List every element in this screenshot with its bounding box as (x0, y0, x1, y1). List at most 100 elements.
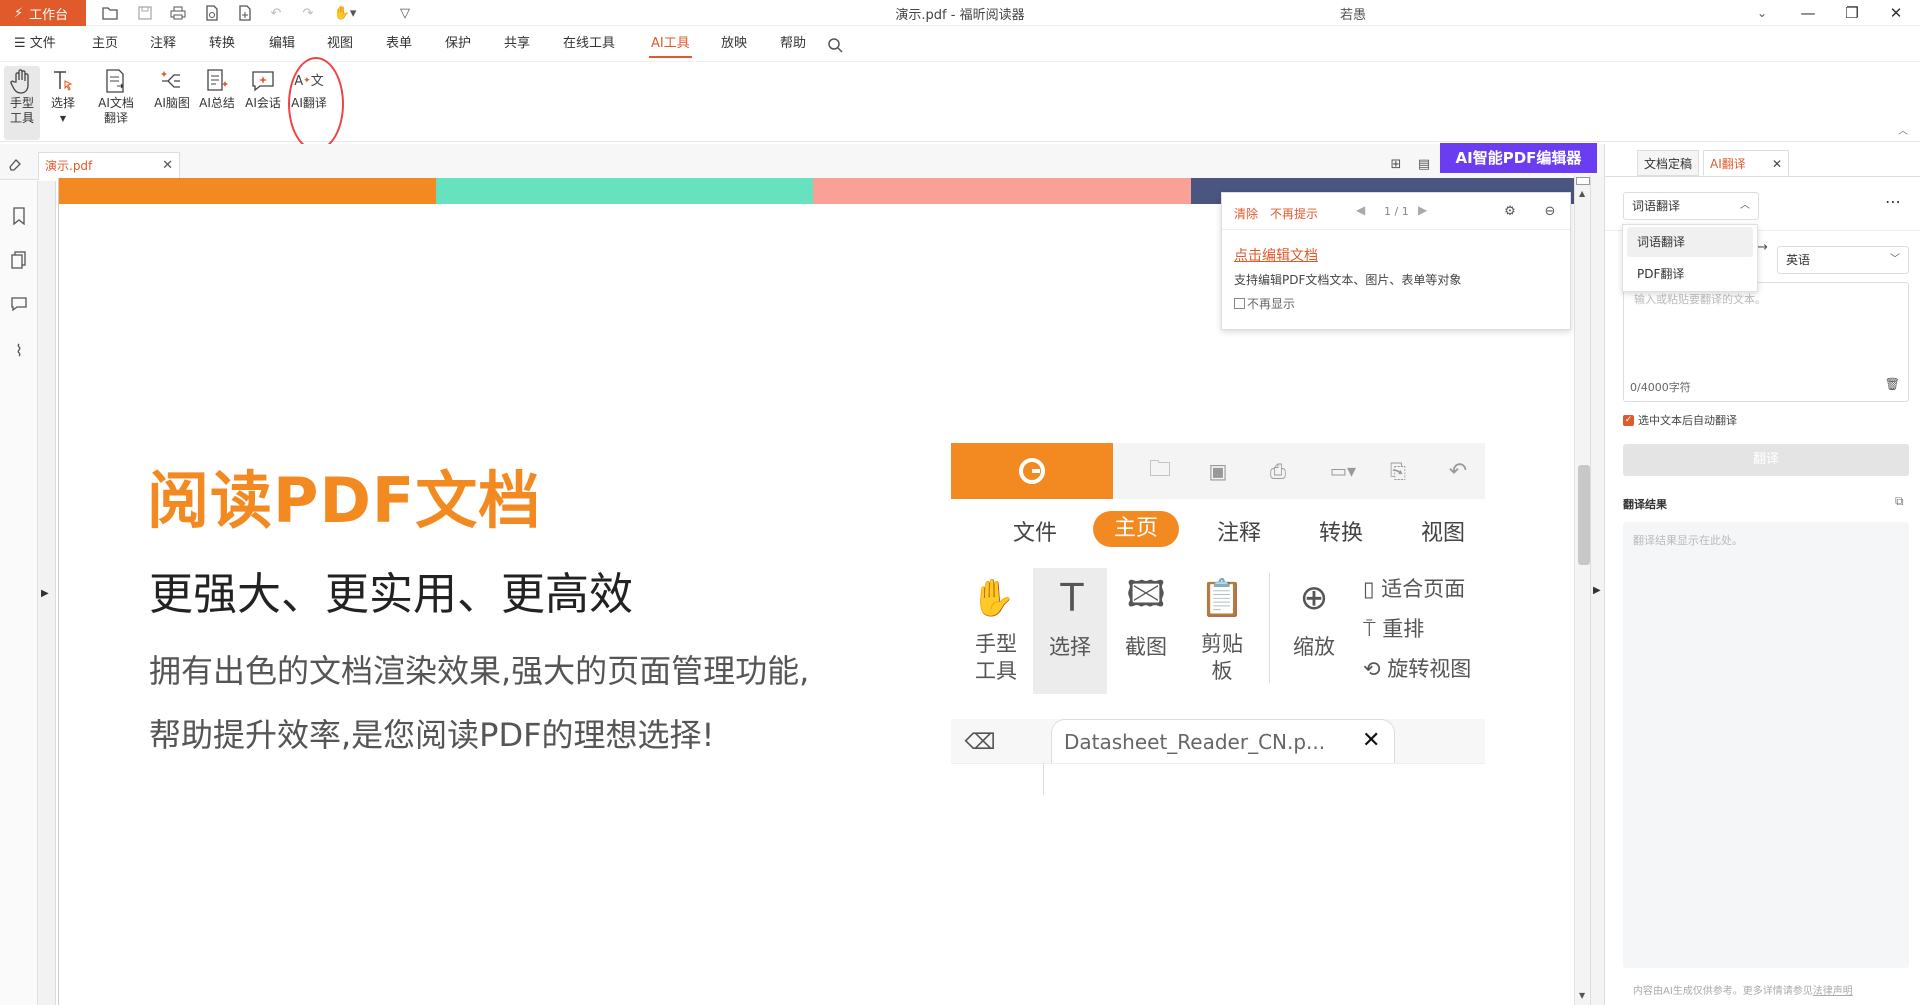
restore-button[interactable]: ❐ (1830, 0, 1874, 26)
comments-icon[interactable] (8, 293, 30, 315)
embedded-save-icon: ▣ (1208, 459, 1228, 483)
select-tool-button[interactable]: 选择 ▼ (46, 66, 80, 126)
popup-dont-show-checkbox[interactable]: 不再显示 (1234, 295, 1295, 312)
scroll-up-icon[interactable]: ▲ (1579, 189, 1585, 198)
stripe-teal (436, 178, 813, 204)
menu-share[interactable]: 共享 (504, 26, 530, 62)
redo-icon[interactable]: ↷ (298, 3, 318, 23)
user-name[interactable]: 若愚 (1340, 4, 1444, 23)
popup-edit-link[interactable]: 点击编辑文档 (1234, 245, 1318, 265)
ai-chat-button[interactable]: AI会话 (243, 66, 283, 111)
embedded-scan-icon: ▭▾ (1329, 460, 1357, 482)
embedded-select-label: 选择 (1049, 635, 1091, 659)
settings-icon[interactable]: ⚙ (1502, 203, 1518, 219)
mindmap-icon (158, 66, 186, 96)
close-tab-icon[interactable]: ✕ (162, 153, 173, 179)
user-chevron-icon[interactable]: ⌄ (1752, 4, 1772, 22)
ai-mindmap-button[interactable]: AI脑图 (152, 66, 192, 111)
search-icon[interactable] (824, 34, 846, 56)
menu-convert[interactable]: 转换 (209, 26, 235, 62)
export-icon[interactable] (202, 3, 222, 23)
embedded-screenshot: 🗀 ▣ ⎙ ▭▾ ⎘ ↶ 文件 主页 注释 转换 视图 ✋ 手型 工具 T 选择… (951, 443, 1485, 795)
highlight-circle-annotation (288, 57, 344, 151)
document-tab[interactable]: 演示.pdf ✕ (38, 152, 180, 180)
checkbox-checked-icon[interactable]: ✓ (1623, 414, 1634, 426)
scroll-down-icon[interactable]: ▼ (1579, 991, 1585, 1000)
translate-input-area[interactable]: 输入或粘贴要翻译的文本。 0/4000字符 🗑 (1623, 282, 1909, 402)
auto-translate-checkbox[interactable]: ✓ 选中文本后自动翻译 (1623, 412, 1737, 428)
minimize-button[interactable]: — (1786, 0, 1830, 26)
popup-no-remind-link[interactable]: 不再提示 (1270, 205, 1318, 222)
menu-view[interactable]: 视图 (327, 26, 353, 62)
attachment-icon[interactable]: ⌇ (8, 339, 30, 361)
page-view-icon[interactable]: ▤ (1414, 154, 1434, 174)
workbench-button[interactable]: ⚡ 工作台 (0, 0, 86, 26)
pages-icon[interactable] (8, 249, 30, 271)
select-dropdown-icon: ▼ (59, 114, 67, 123)
dropdown-option-word[interactable]: 词语翻译 (1627, 227, 1753, 257)
vertical-scrollbar[interactable]: ▲ ▼ (1574, 175, 1590, 1005)
scroll-thumb[interactable] (1578, 465, 1590, 565)
dropdown-option-pdf[interactable]: PDF翻译 (1627, 259, 1753, 289)
undo-icon[interactable]: ↶ (266, 3, 286, 23)
result-placeholder: 翻译结果显示在此处。 (1633, 534, 1743, 547)
menu-comment[interactable]: 注释 (150, 26, 176, 62)
hand-dropdown-icon[interactable]: ✋▾ (330, 3, 360, 23)
embedded-logo-block (951, 443, 1113, 499)
tab-ai-translate[interactable]: AI翻译 ✕ (1703, 150, 1789, 176)
translate-button[interactable]: 翻译 (1623, 444, 1909, 476)
translate-mode-value: 词语翻译 (1632, 199, 1681, 213)
popup-clear-link[interactable]: 清除 (1234, 205, 1258, 222)
trash-icon[interactable]: 🗑 (1885, 377, 1900, 391)
menu-edit[interactable]: 编辑 (269, 26, 295, 62)
menu-form[interactable]: 表单 (386, 26, 412, 62)
ai-chat-label: AI会话 (245, 96, 281, 110)
menu-slideshow[interactable]: 放映 (721, 26, 747, 62)
ai-pdf-editor-banner[interactable]: AI智能PDF编辑器 (1440, 143, 1597, 173)
ai-summary-button[interactable]: AI总结 (197, 66, 237, 111)
auto-translate-label: 选中文本后自动翻译 (1638, 414, 1737, 427)
grid-view-icon[interactable]: ⊞ (1386, 154, 1406, 174)
menu-ai-tools[interactable]: AI工具 (649, 26, 692, 62)
bookmark-icon[interactable] (8, 205, 30, 227)
eraser-icon[interactable] (4, 154, 26, 174)
more-options-icon[interactable]: ⋯ (1885, 192, 1901, 211)
close-window-button[interactable]: ✕ (1874, 0, 1918, 26)
menu-online-tools[interactable]: 在线工具 (563, 26, 615, 62)
translate-mode-select[interactable]: 词语翻译 ︿ (1623, 192, 1759, 220)
ai-disclaimer-text: 内容由AI生成仅供参考。更多详情请参见 (1633, 986, 1813, 997)
target-language-select[interactable]: 英语 ﹀ (1777, 246, 1909, 274)
menu-home[interactable]: 主页 (92, 26, 118, 62)
embedded-clipboard-icon: 📋 (1199, 578, 1245, 619)
menu-protect[interactable]: 保护 (445, 26, 471, 62)
right-panel-toggle[interactable]: ▶ (1590, 175, 1604, 1005)
embedded-fit-page: ▯ 适合页面 (1363, 577, 1466, 601)
ai-doc-translate-button[interactable]: AI文档 翻译 (94, 66, 138, 126)
print-icon[interactable] (168, 3, 188, 23)
collapse-ribbon-icon[interactable]: ︿ (1896, 122, 1910, 137)
embedded-zoom-label: 缩放 (1293, 635, 1335, 659)
hand-tool-button[interactable]: 手型 工具 (4, 66, 40, 140)
tab-ai-translate-label: AI翻译 (1710, 157, 1746, 171)
next-page-icon[interactable]: ▶ (1418, 203, 1427, 217)
copy-icon[interactable]: ⧉ (1895, 494, 1904, 509)
left-panel-toggle[interactable]: ▶ (38, 181, 56, 1005)
file-menu[interactable]: ☰ 文件 (14, 26, 56, 62)
stripe-orange (59, 178, 436, 204)
embedded-menu-view: 视图 (1421, 521, 1466, 546)
prev-page-icon[interactable]: ◀ (1356, 203, 1365, 217)
checkbox-box[interactable] (1234, 298, 1245, 309)
embedded-newpage-icon: ⎘ (1390, 459, 1406, 483)
customize-toolbar-icon[interactable]: ▽ (395, 3, 415, 23)
new-page-icon[interactable] (235, 3, 255, 23)
close-tab-icon[interactable]: ✕ (1772, 151, 1782, 177)
embedded-doc-tab: Datasheet_Reader_CN.p... ✕ (1051, 719, 1395, 763)
embedded-doc-area (951, 763, 1485, 795)
tab-document-finalize[interactable]: 文档定稿 (1637, 150, 1700, 176)
save-icon[interactable] (135, 3, 155, 23)
chevron-down-icon: ﹀ (1890, 254, 1900, 265)
menu-help[interactable]: 帮助 (780, 26, 806, 62)
legal-notice-link[interactable]: 法律声明 (1813, 986, 1853, 997)
open-folder-icon[interactable] (100, 3, 120, 23)
collapse-popup-icon[interactable]: ⊖ (1542, 203, 1558, 219)
